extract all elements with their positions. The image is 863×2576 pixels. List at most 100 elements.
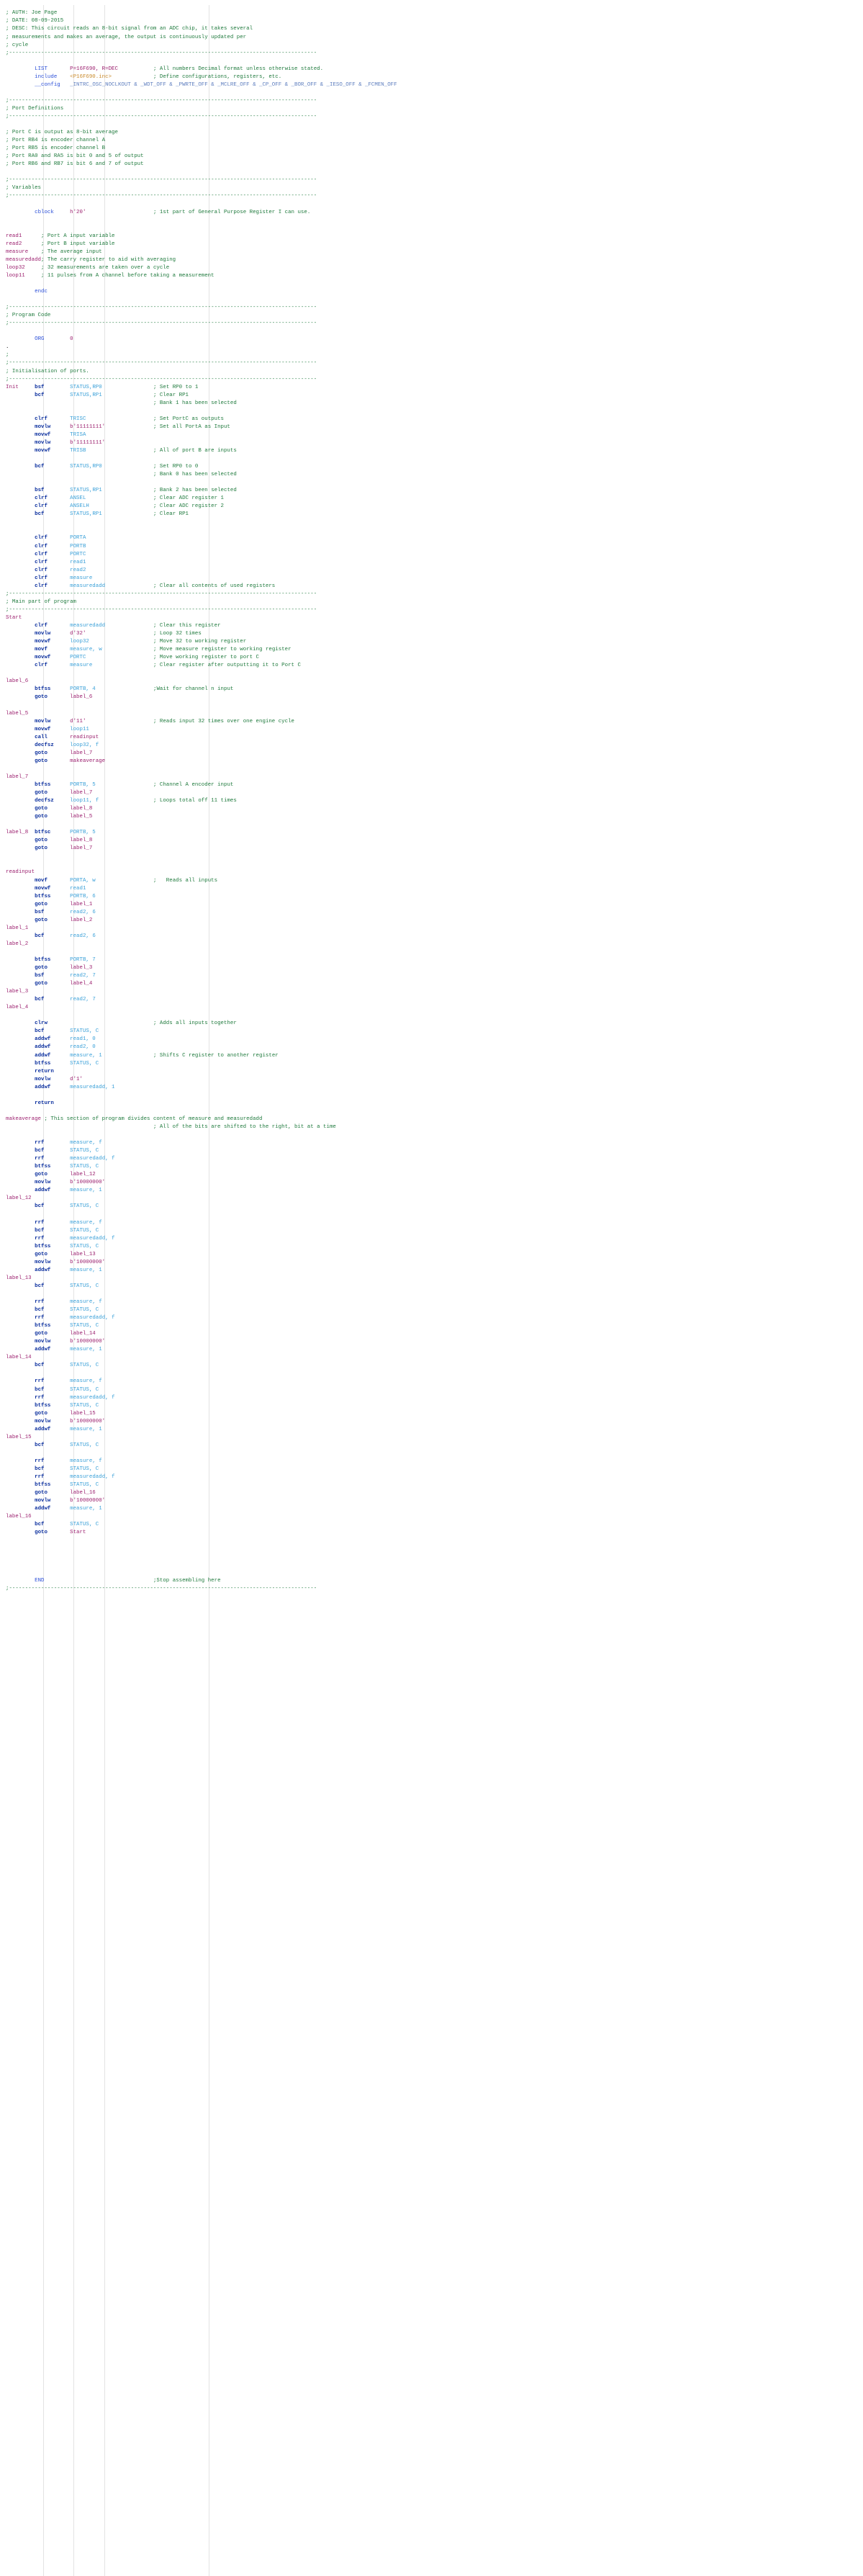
operand-text: PORTB — [70, 543, 86, 549]
code-line: rrf measuredadd, f — [6, 1235, 863, 1243]
code-line: btfss STATUS, C — [6, 1060, 863, 1068]
code-line: goto label_8 — [6, 837, 863, 845]
mnemonic-keyword: movwf — [35, 726, 51, 732]
mnemonic-keyword: movlw — [35, 1259, 51, 1265]
operand-text: measure, f — [70, 1378, 102, 1385]
code-line: bcf STATUS,RP0 ; Set RP0 to 0 — [6, 463, 863, 471]
operand-text: measure, f — [70, 1458, 102, 1464]
code-line: movlw b'10000000' — [6, 1418, 863, 1426]
code-line: clrf read1 — [6, 559, 863, 567]
mnemonic-keyword: clrf — [35, 551, 48, 557]
code-line: btfss PORTB, 6 — [6, 893, 863, 901]
operand-text: PORTA — [70, 535, 86, 542]
code-line: ; DATE: 08-09-2015 — [6, 17, 863, 25]
operand-text: label_7 — [70, 845, 93, 852]
code-line: ; Port RA0 and RA5 is bit 0 and 5 of out… — [6, 153, 863, 161]
comment-text: ; measurements and makes an average, the… — [6, 34, 247, 40]
mnemonic-keyword: movlw — [35, 1180, 51, 1186]
code-line: END ;Stop assembling here — [6, 1577, 863, 1585]
comment-text: ; DATE: 08-09-2015 — [6, 18, 64, 24]
code-line: clrf PORTC — [6, 551, 863, 559]
code-line: bcf read2, 6 — [6, 933, 863, 941]
code-label: label_15 — [6, 1434, 32, 1440]
code-line: movwf loop11 — [6, 726, 863, 734]
code-line: label_6 — [6, 678, 863, 686]
code-line: clrf TRISC ; Set PortC as outputs — [6, 416, 863, 423]
code-line: return — [6, 1100, 863, 1108]
code-label: makeaverage — [6, 1116, 42, 1122]
mnemonic-keyword: bcf — [35, 1386, 45, 1393]
comment-text: ; Channel A encoder input — [153, 781, 234, 788]
code-line: ;---------------------------------------… — [6, 113, 863, 121]
operand-text: STATUS, C — [70, 1323, 99, 1329]
comment-text: ;Wait for channel n input — [153, 686, 234, 693]
comment-text: ;---------------------------------------… — [6, 320, 317, 327]
code-label: label_7 — [6, 773, 29, 780]
operand-text: b'10000000' — [70, 1498, 106, 1504]
comment-text: ; Shifts C register to another register — [153, 1052, 279, 1059]
code-line: ;---------------------------------------… — [6, 320, 863, 328]
operand-text: measure, 1 — [70, 1506, 102, 1512]
comment-text: ; Move working register to port C — [153, 655, 259, 661]
mnemonic-keyword: movf — [35, 877, 48, 884]
mnemonic-keyword: goto — [35, 750, 48, 756]
code-line: ORG 0 — [6, 336, 863, 344]
operand-text: PORTB, 7 — [70, 956, 96, 963]
operand-text: label_16 — [70, 1490, 96, 1496]
code-line: movlw b'10000000' — [6, 1497, 863, 1505]
code-line: ; Bank 0 has been selected — [6, 471, 863, 479]
mnemonic-keyword: bcf — [35, 1227, 45, 1234]
operand-text: measuredadd, 1 — [70, 1084, 115, 1090]
code-line: label_4 — [6, 1004, 863, 1012]
mnemonic-keyword: movwf — [35, 447, 51, 454]
comment-text: ; Variables — [6, 185, 42, 192]
code-line: include <P16F690.inc> ; Define configura… — [6, 73, 863, 81]
code-line: movwf loop32 ; Move 32 to working regist… — [6, 638, 863, 646]
mnemonic-keyword: goto — [35, 1251, 48, 1257]
code-line: rrf measuredadd, f — [6, 1394, 863, 1402]
operand-text: STATUS,RP1 — [70, 392, 102, 398]
comment-text: ; Move measure register to working regis… — [153, 647, 292, 653]
code-line: label_3 — [6, 988, 863, 996]
code-line: goto Start — [6, 1529, 863, 1537]
operand-text: measure, f — [70, 1219, 102, 1226]
comment-text: ; cycle — [6, 42, 29, 48]
comment-text: ; Set RP0 to 1 — [153, 384, 199, 390]
code-label: Start — [6, 614, 22, 621]
comment-text: ; All of port B are inputs — [153, 447, 237, 454]
comment-text: ;---------------------------------------… — [6, 376, 317, 382]
comment-text: ; Port RA0 and RA5 is bit 0 and 5 of out… — [6, 153, 144, 160]
mnemonic-keyword: rrf — [35, 1298, 45, 1305]
comment-text: ;---------------------------------------… — [6, 193, 317, 199]
comment-text: ; Initialisation of ports. — [6, 368, 89, 374]
code-line: ; Program Code — [6, 312, 863, 320]
mnemonic-keyword: btfss — [35, 956, 51, 963]
mnemonic-keyword: goto — [35, 1530, 48, 1536]
mnemonic-keyword: clrf — [35, 535, 48, 542]
comment-text: ; All numbers Decimal format unless othe… — [153, 66, 324, 72]
operand-text: measure, 1 — [70, 1426, 102, 1432]
operand-text: measuredadd, f — [70, 1235, 115, 1242]
mnemonic-keyword: clrf — [35, 575, 48, 581]
comment-text: ; Main part of program — [6, 598, 77, 605]
code-line: ; Port C is output as 8-bit average — [6, 129, 863, 137]
mnemonic-keyword: clrf — [35, 583, 48, 589]
plain-text: . — [6, 344, 9, 351]
operand-text: b'10000000' — [70, 1339, 106, 1345]
comment-text: ; Bank 1 has been selected — [153, 400, 237, 406]
operand-text: label_13 — [70, 1251, 96, 1257]
code-line: clrf read2 — [6, 567, 863, 575]
operand-text: STATUS, C — [70, 1402, 99, 1409]
comment-text: ; Clear this register — [153, 623, 221, 629]
operand-text: measure, f — [70, 1140, 102, 1146]
mnemonic-keyword: rrf — [35, 1140, 45, 1146]
code-line: ; — [6, 351, 863, 359]
code-label: label_4 — [6, 1005, 29, 1011]
code-line: ;---------------------------------------… — [6, 50, 863, 58]
